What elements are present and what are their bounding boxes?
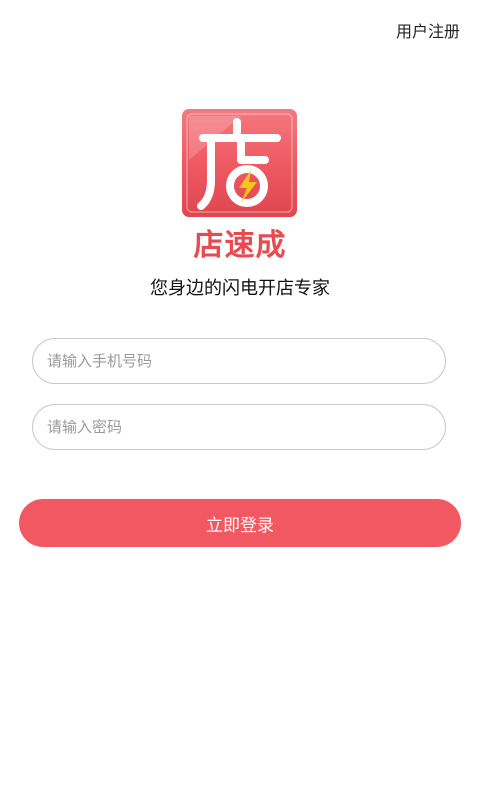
app-logo	[181, 108, 298, 218]
app-slogan: 您身边的闪电开店专家	[150, 278, 330, 299]
store-lightning-logo-icon	[182, 109, 297, 217]
login-screen: 用户注册 店速成 您身边的闪电开店专家 立即登录	[0, 0, 480, 800]
register-link[interactable]: 用户注册	[396, 18, 460, 42]
app-name: 店速成	[193, 228, 287, 263]
password-input[interactable]	[32, 404, 446, 450]
login-button[interactable]: 立即登录	[19, 499, 461, 547]
phone-input[interactable]	[32, 338, 446, 384]
